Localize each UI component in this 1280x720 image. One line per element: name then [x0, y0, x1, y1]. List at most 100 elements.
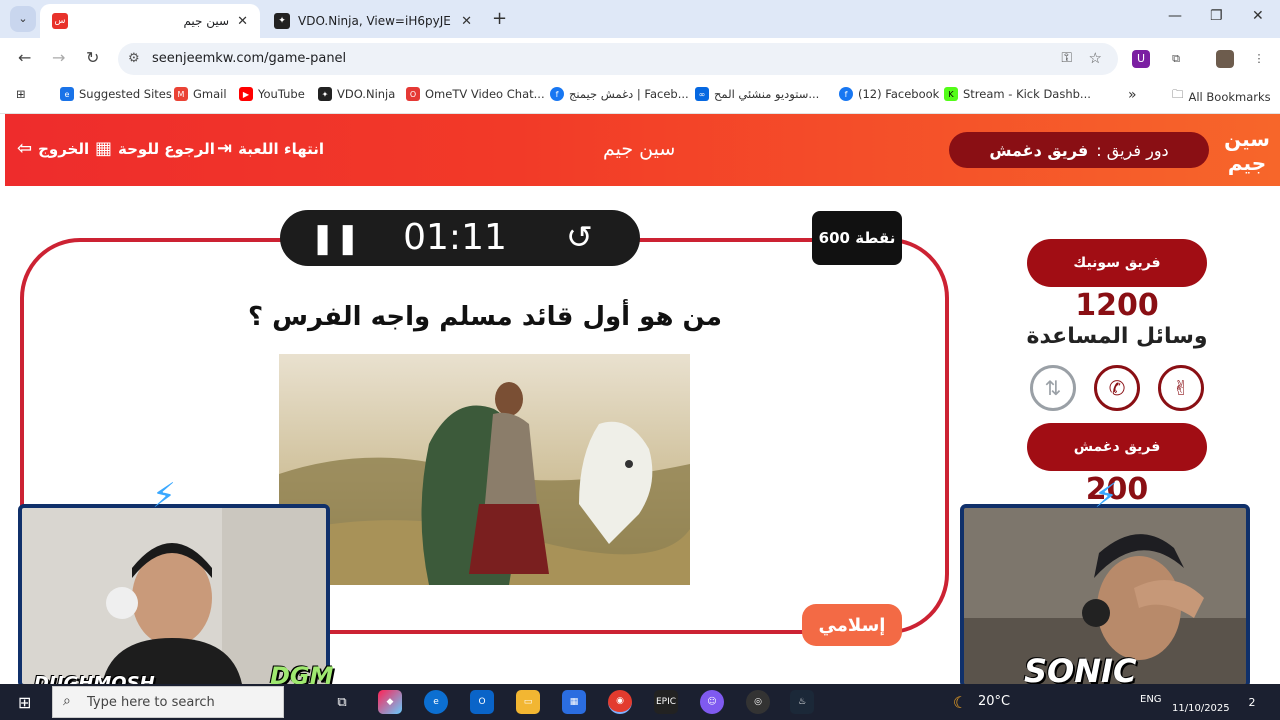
kick-icon: K	[944, 87, 958, 101]
task-view-icon[interactable]: ⧉	[330, 690, 354, 714]
forward-icon[interactable]: →	[52, 48, 65, 67]
all-bookmarks[interactable]: 🗀 All Bookmarks	[1172, 87, 1271, 106]
ie-icon: e	[60, 87, 74, 101]
bookmark-vdo-ninja[interactable]: ✦ VDO.Ninja	[318, 87, 395, 101]
svg-text:سين: سين	[1224, 127, 1270, 151]
team-sonic-button[interactable]: فريق سونيك	[1027, 239, 1207, 287]
weather-temperature[interactable]: 20°C	[978, 694, 1010, 709]
tab-title: سين جيم	[183, 14, 230, 28]
reload-icon[interactable]: ↻	[86, 48, 99, 67]
bookmark-suggested-sites[interactable]: e Suggested Sites	[60, 87, 172, 101]
reset-timer-icon[interactable]: ↺	[566, 218, 593, 256]
grid-icon: ▦	[95, 138, 113, 159]
taskbar-search-box[interactable]: ⌕ Type here to search	[52, 686, 284, 718]
svg-text:جيم: جيم	[1228, 151, 1266, 175]
game-header: ⇦ الخروج ▦ الرجوع للوحة ⇥ انتهاء اللعبة …	[5, 114, 1280, 186]
left-webcam-overlay	[18, 504, 330, 688]
seenjeem-logo: سين جيم	[1219, 122, 1275, 178]
swap-icon[interactable]: ⇅	[1030, 365, 1076, 411]
back-icon[interactable]: ←	[18, 48, 31, 67]
discord-icon[interactable]: ☺	[700, 690, 724, 714]
steam-icon[interactable]: ♨	[790, 690, 814, 714]
bookmark-facebook[interactable]: f (12) Facebook	[839, 87, 939, 101]
arrow-right-bar-icon: ⇥	[217, 138, 233, 159]
edge-icon[interactable]: e	[424, 690, 448, 714]
bookmarks-overflow-button[interactable]: »	[1128, 87, 1137, 103]
end-game-button[interactable]: ⇥ انتهاء اللعبة	[217, 138, 324, 159]
notifications-icon[interactable]: 2	[1240, 690, 1264, 714]
bookmark-label: Suggested Sites	[79, 87, 172, 101]
gmail-icon: M	[174, 87, 188, 101]
tab-vdo-ninja[interactable]: ✦ VDO.Ninja, View=iH6pyJE ✕	[262, 4, 484, 38]
facebook-icon: f	[550, 87, 564, 101]
bookmark-label: YouTube	[258, 87, 305, 101]
store-icon[interactable]: ▦	[562, 690, 586, 714]
warrior-on-horse-illustration	[279, 354, 690, 585]
back-to-board-button[interactable]: ▦ الرجوع للوحة	[95, 138, 215, 159]
tab-search-button[interactable]: ⌄	[10, 6, 36, 32]
help-tools-label: وسائل المساعدة	[1026, 324, 1208, 349]
bookmark-star-icon[interactable]: ☆	[1089, 49, 1102, 67]
new-tab-button[interactable]: +	[492, 8, 507, 29]
category-badge: إسلامي	[802, 604, 902, 646]
ometv-icon: O	[406, 87, 420, 101]
browser-toolbar: ← → ↻ ⚙ seenjeemkw.com/game-panel ⚿ ☆ U …	[0, 38, 1280, 80]
site-info-icon[interactable]: ⚙	[128, 51, 140, 66]
menu-kebab-icon[interactable]: ⋮	[1250, 50, 1268, 68]
ninja-icon: ✦	[318, 87, 332, 101]
windows-start-icon[interactable]: ⊞	[18, 693, 31, 712]
taskbar-date[interactable]: 11/10/2025	[1172, 703, 1230, 714]
bookmark-youtube[interactable]: ▶ YouTube	[239, 87, 305, 101]
ublock-extension-icon[interactable]: U	[1132, 50, 1150, 68]
bookmark-ometv[interactable]: O OmeTV Video Chat...	[406, 87, 545, 101]
seenjeem-favicon: س	[52, 13, 68, 29]
language-indicator[interactable]: ENG	[1140, 694, 1162, 705]
profile-avatar[interactable]	[1216, 50, 1234, 68]
epic-games-icon[interactable]: EPIC	[654, 690, 678, 714]
apps-grid-icon[interactable]: ⊞	[16, 87, 26, 101]
question-text: من هو أول قائد مسلم واجه الفرس ؟	[247, 302, 723, 332]
chrome-icon[interactable]: ◉	[608, 690, 632, 714]
bookmark-label: ستوديو منشئي المح...	[714, 87, 820, 101]
copilot-icon[interactable]: ◆	[378, 690, 402, 714]
youtube-icon: ▶	[239, 87, 253, 101]
bookmark-label: دغمش جيمنج | Faceb...	[569, 87, 689, 101]
team-dughmosh-button[interactable]: فريق دغمش	[1027, 423, 1207, 471]
bookmark-label: Stream - Kick Dashb...	[963, 87, 1091, 101]
close-tab-icon[interactable]: ✕	[461, 14, 472, 29]
password-key-icon[interactable]: ⚿	[1061, 50, 1072, 66]
extensions-puzzle-icon[interactable]: ⧉	[1167, 50, 1185, 68]
lightning-bolt-icon: ⚡	[1094, 476, 1118, 516]
tab-strip: ⌄ س سين جيم ✕ ✦ VDO.Ninja, View=iH6pyJE …	[0, 0, 1280, 38]
exit-button[interactable]: ⇦ الخروج	[17, 138, 89, 159]
bookmark-meta-studio[interactable]: ∞ ستوديو منشئي المح...	[695, 87, 819, 101]
pause-icon[interactable]: ❚❚	[310, 221, 360, 256]
ninja-favicon: ✦	[274, 13, 290, 29]
question-image	[279, 354, 690, 585]
turn-prefix: دور فريق :	[1096, 140, 1169, 160]
timer-bar: ❚❚ 01:11 ↺	[280, 210, 640, 266]
phone-icon[interactable]: ✆	[1094, 365, 1140, 411]
minimize-icon[interactable]: —	[1168, 8, 1182, 24]
exit-door-icon: ⇦	[17, 138, 33, 159]
bookmark-facebook-page[interactable]: f دغمش جيمنج | Faceb...	[550, 87, 689, 101]
end-game-label: انتهاء اللعبة	[238, 139, 324, 158]
tab-seenjeem[interactable]: س سين جيم ✕	[40, 4, 260, 38]
bookmark-kick[interactable]: K Stream - Kick Dashb...	[944, 87, 1091, 101]
outlook-icon[interactable]: O	[470, 690, 494, 714]
address-bar[interactable]: ⚙ seenjeemkw.com/game-panel ⚿ ☆	[118, 43, 1118, 75]
bookmark-gmail[interactable]: M Gmail	[174, 87, 227, 101]
close-tab-icon[interactable]: ✕	[237, 14, 248, 29]
url-text[interactable]: seenjeemkw.com/game-panel	[152, 51, 346, 66]
notification-count: 2	[1248, 695, 1256, 709]
meta-icon: ∞	[695, 87, 709, 101]
close-window-icon[interactable]: ✕	[1252, 8, 1264, 24]
restore-icon[interactable]: ❐	[1210, 8, 1223, 24]
timer-display: 01:11	[403, 217, 507, 258]
peace-hand-icon[interactable]: ✌	[1158, 365, 1204, 411]
site-title: سين جيم	[603, 138, 676, 160]
file-explorer-icon[interactable]: ▭	[516, 690, 540, 714]
bookmark-label: (12) Facebook	[858, 87, 940, 101]
obs-icon[interactable]: ◎	[746, 690, 770, 714]
tab-title: VDO.Ninja, View=iH6pyJE	[298, 14, 451, 28]
